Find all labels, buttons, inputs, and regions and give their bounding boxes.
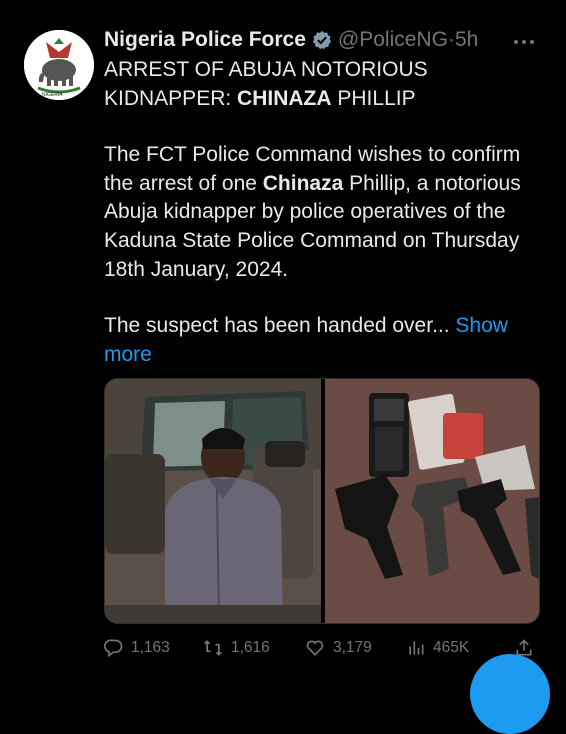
- author-name[interactable]: Nigeria Police Force: [104, 28, 306, 52]
- title-line-2-suffix: PHILLIP: [331, 86, 416, 110]
- action-bar: 1,163 1,616 3,179 465K: [104, 636, 544, 660]
- exhibits-photo[interactable]: [325, 379, 539, 623]
- reply-count: 1,163: [131, 639, 170, 656]
- reply-icon: [104, 639, 123, 658]
- title-name-bold: CHINAZA: [237, 86, 332, 110]
- tweet-header: Nigeria Police Force @PoliceNG · 5h: [104, 26, 478, 54]
- views-button[interactable]: 465K: [406, 636, 469, 660]
- views-icon: [409, 641, 424, 655]
- verified-badge-icon: [312, 30, 332, 50]
- tweet-title: ARREST OF ABUJA NOTORIOUS KIDNAPPER: CHI…: [104, 56, 544, 113]
- svg-text:NIGERIA: NIGERIA: [42, 92, 63, 98]
- like-count: 3,179: [333, 639, 372, 656]
- repost-button[interactable]: 1,616: [202, 636, 270, 660]
- tweet[interactable]: NIGERIA Nigeria Police Force @PoliceNG ·…: [0, 0, 566, 734]
- tweet-paragraph-2: The suspect has been handed over... Show…: [104, 312, 544, 369]
- police-crest-icon: NIGERIA: [24, 30, 94, 100]
- repost-count: 1,616: [231, 639, 270, 656]
- title-line-2-prefix: KIDNAPPER:: [104, 86, 238, 110]
- more-horizontal-icon[interactable]: [513, 30, 535, 51]
- like-icon: [306, 640, 324, 656]
- suspect-photo[interactable]: [105, 379, 321, 623]
- like-button[interactable]: 3,179: [304, 636, 372, 660]
- media-grid[interactable]: [104, 378, 540, 624]
- timestamp[interactable]: 5h: [455, 28, 478, 52]
- para1-name-bold: Chinaza: [262, 171, 344, 195]
- reply-button[interactable]: 1,163: [104, 636, 170, 660]
- tweet-paragraph-1: The FCT Police Command wishes to confirm…: [104, 141, 544, 284]
- compose-button[interactable]: [470, 654, 550, 734]
- para2-text: The suspect has been handed over...: [104, 314, 456, 338]
- separator-dot: ·: [447, 28, 455, 51]
- avatar[interactable]: NIGERIA: [24, 30, 94, 100]
- repost-icon: [204, 640, 222, 656]
- views-count: 465K: [433, 639, 470, 656]
- title-line-1: ARREST OF ABUJA NOTORIOUS: [104, 58, 428, 81]
- author-handle[interactable]: @PoliceNG: [338, 28, 448, 52]
- tweet-body: ARREST OF ABUJA NOTORIOUS KIDNAPPER: CHI…: [104, 56, 544, 369]
